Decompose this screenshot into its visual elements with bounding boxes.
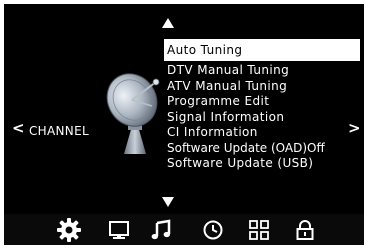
menu-item-dtv-manual-tuning[interactable]: DTV Manual Tuning: [164, 63, 360, 79]
scroll-up-arrow-icon[interactable]: [162, 18, 174, 28]
category-label: CHANNEL: [29, 124, 89, 138]
menu-item-signal-information[interactable]: Signal Information: [164, 110, 360, 126]
channel-menu-list: Auto Tuning DTV Manual Tuning ATV Manual…: [164, 39, 360, 172]
menu-item-ci-information[interactable]: CI Information: [164, 125, 360, 141]
sound-music-icon[interactable]: [150, 219, 172, 241]
picture-monitor-icon[interactable]: [108, 219, 130, 241]
tv-menu-screen: < CHANNEL Auto Tuning DTV Manual Tuning …: [4, 4, 364, 245]
previous-category-arrow[interactable]: <: [12, 119, 25, 137]
menu-item-software-update-usb[interactable]: Software Update (USB): [164, 156, 360, 172]
menu-item-programme-edit[interactable]: Programme Edit: [164, 94, 360, 110]
bottom-menu-bar: [4, 214, 364, 245]
options-grid-icon[interactable]: [248, 219, 270, 241]
satellite-dish-icon: [102, 70, 168, 156]
next-category-arrow[interactable]: >: [348, 119, 361, 137]
time-clock-icon[interactable]: [202, 219, 224, 241]
menu-item-auto-tuning[interactable]: Auto Tuning: [164, 39, 360, 61]
scroll-down-arrow-icon[interactable]: [162, 197, 174, 207]
lock-icon[interactable]: [294, 219, 316, 241]
menu-item-software-update-oad[interactable]: Software Update (OAD)Off: [164, 141, 360, 157]
menu-item-atv-manual-tuning[interactable]: ATV Manual Tuning: [164, 79, 360, 95]
settings-gear-icon[interactable]: [56, 217, 82, 243]
